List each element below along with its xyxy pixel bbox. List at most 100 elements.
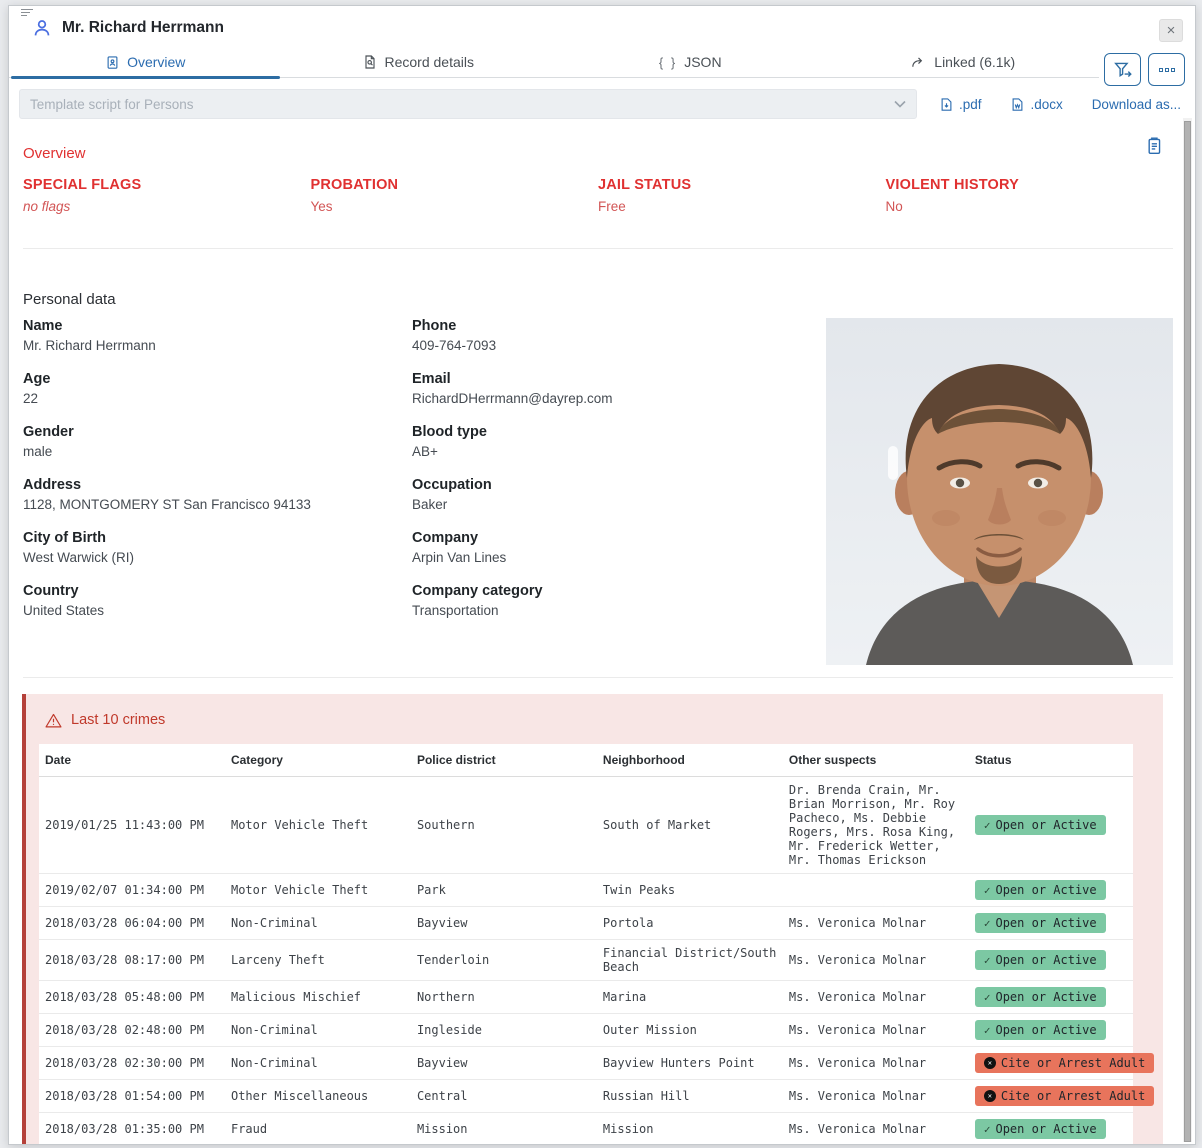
cell-date: 2018/03/28 08:17:00 PM	[39, 940, 225, 981]
cell-suspects: Ms. Veronica Molnar	[783, 1113, 969, 1146]
crime-row: 2019/01/25 11:43:00 PM Motor Vehicle The…	[39, 777, 1133, 874]
cell-district: Ingleside	[411, 1014, 597, 1047]
cell-neighborhood: South of Market	[597, 777, 783, 874]
personal-field: Name Mr. Richard Herrmann	[23, 318, 412, 353]
template-row: Template script for Persons .pdf .docx D…	[19, 89, 1185, 119]
flag-value: Free	[598, 199, 886, 214]
personal-field: Company category Transportation	[412, 583, 802, 618]
download-docx-link[interactable]: .docx	[1010, 97, 1062, 112]
flag-value: Yes	[311, 199, 599, 214]
vertical-scrollbar[interactable]	[1183, 118, 1192, 1142]
funnel-arrow-icon	[1113, 61, 1133, 79]
personal-data-section: Personal data Name Mr. Richard Herrmann …	[23, 291, 1173, 665]
status-icon	[984, 954, 991, 967]
special-flags-grid: SPECIAL FLAGS no flags PROBATION Yes JAI…	[23, 177, 1173, 214]
column-header-suspects: Other suspects	[783, 744, 969, 777]
more-options-button[interactable]	[1148, 53, 1185, 86]
status-icon	[984, 1057, 996, 1069]
crime-row: 2019/02/07 01:34:00 PM Motor Vehicle The…	[39, 874, 1133, 907]
status-badge: Open or Active	[975, 1020, 1106, 1040]
crimes-section-title: Last 10 crimes	[71, 712, 165, 728]
tab-json[interactable]: { } JSON	[554, 47, 827, 77]
cell-suspects: Ms. Veronica Molnar	[783, 940, 969, 981]
template-placeholder: Template script for Persons	[30, 97, 894, 112]
cell-neighborhood: Marina	[597, 981, 783, 1014]
cell-district: Mission	[411, 1113, 597, 1146]
personal-field: Country United States	[23, 583, 412, 618]
tab-record-details[interactable]: Record details	[282, 47, 555, 77]
status-icon	[984, 991, 991, 1004]
cell-category: Non-Criminal	[225, 1047, 411, 1080]
cell-category: Non-Criminal	[225, 907, 411, 940]
cell-neighborhood: Outer Mission	[597, 1014, 783, 1047]
status-icon	[984, 819, 991, 832]
filter-export-button[interactable]	[1104, 53, 1141, 86]
close-icon[interactable]: ×	[1159, 19, 1183, 42]
personal-field: Blood type AB+	[412, 424, 802, 459]
download-pdf-link[interactable]: .pdf	[939, 97, 982, 112]
status-icon	[984, 884, 991, 897]
tab-bar: Overview Record details { } JSON Linked …	[9, 47, 1195, 78]
flag-item: JAIL STATUS Free	[598, 177, 886, 214]
template-script-select[interactable]: Template script for Persons	[19, 89, 917, 119]
crime-row: 2018/03/28 05:48:00 PM Malicious Mischie…	[39, 981, 1133, 1014]
share-arrow-icon	[910, 55, 927, 70]
cell-status: Open or Active	[969, 874, 1133, 907]
pdf-file-icon	[939, 97, 954, 112]
flag-label: JAIL STATUS	[598, 177, 886, 193]
warning-triangle-icon	[45, 713, 62, 728]
personal-field: Phone 409-764-7093	[412, 318, 802, 353]
cell-suspects	[783, 874, 969, 907]
cell-date: 2018/03/28 05:48:00 PM	[39, 981, 225, 1014]
crimes-table: Date Category Police district Neighborho…	[39, 744, 1133, 1145]
divider	[23, 677, 1173, 678]
braces-icon: { }	[659, 55, 677, 70]
header-buttons	[1104, 53, 1185, 86]
divider	[23, 248, 1173, 249]
cell-date: 2019/01/25 11:43:00 PM	[39, 777, 225, 874]
cell-district: Park	[411, 874, 597, 907]
column-header-neighborhood: Neighborhood	[597, 744, 783, 777]
cell-status: Open or Active	[969, 1113, 1133, 1146]
cell-status: Open or Active	[969, 777, 1133, 874]
personal-field: Company Arpin Van Lines	[412, 530, 802, 565]
cell-suspects: Dr. Brenda Crain, Mr. Brian Morrison, Mr…	[783, 777, 969, 874]
cell-category: Malicious Mischief	[225, 981, 411, 1014]
status-badge: Open or Active	[975, 913, 1106, 933]
cell-date: 2018/03/28 01:35:00 PM	[39, 1113, 225, 1146]
person-record-modal: Mr. Richard Herrmann × Overview Record d…	[8, 5, 1196, 1145]
cell-neighborhood: Russian Hill	[597, 1080, 783, 1113]
cell-neighborhood: Financial District/South Beach	[597, 940, 783, 981]
cell-status: Open or Active	[969, 907, 1133, 940]
docx-file-icon	[1010, 97, 1025, 112]
flag-value: No	[886, 199, 1174, 214]
tab-linked[interactable]: Linked (6.1k)	[827, 47, 1100, 77]
ellipsis-icon	[1159, 68, 1175, 72]
download-as-link[interactable]: Download as...	[1092, 97, 1181, 112]
tab-overview[interactable]: Overview	[9, 47, 282, 77]
status-badge: Open or Active	[975, 987, 1106, 1007]
flag-label: SPECIAL FLAGS	[23, 177, 311, 193]
cell-neighborhood: Bayview Hunters Point	[597, 1047, 783, 1080]
personal-field: City of Birth West Warwick (RI)	[23, 530, 412, 565]
cell-status: Open or Active	[969, 940, 1133, 981]
copy-clipboard-icon[interactable]	[1144, 135, 1163, 156]
cell-date: 2018/03/28 02:48:00 PM	[39, 1014, 225, 1047]
chevron-down-icon	[894, 100, 906, 108]
cell-status: Open or Active	[969, 981, 1133, 1014]
cell-neighborhood: Twin Peaks	[597, 874, 783, 907]
cell-category: Motor Vehicle Theft	[225, 777, 411, 874]
personal-field: Occupation Baker	[412, 477, 802, 512]
scrollbar-thumb[interactable]	[1184, 121, 1191, 1142]
flag-value: no flags	[23, 199, 311, 214]
crime-row: 2018/03/28 02:48:00 PM Non-Criminal Ingl…	[39, 1014, 1133, 1047]
flag-label: PROBATION	[311, 177, 599, 193]
cell-district: Southern	[411, 777, 597, 874]
column-header-date: Date	[39, 744, 225, 777]
person-icon	[31, 17, 53, 39]
status-badge: Open or Active	[975, 880, 1106, 900]
flag-item: SPECIAL FLAGS no flags	[23, 177, 311, 214]
flag-label: VIOLENT HISTORY	[886, 177, 1174, 193]
cell-category: Fraud	[225, 1113, 411, 1146]
personal-field: Address 1128, MONTGOMERY ST San Francisc…	[23, 477, 412, 512]
